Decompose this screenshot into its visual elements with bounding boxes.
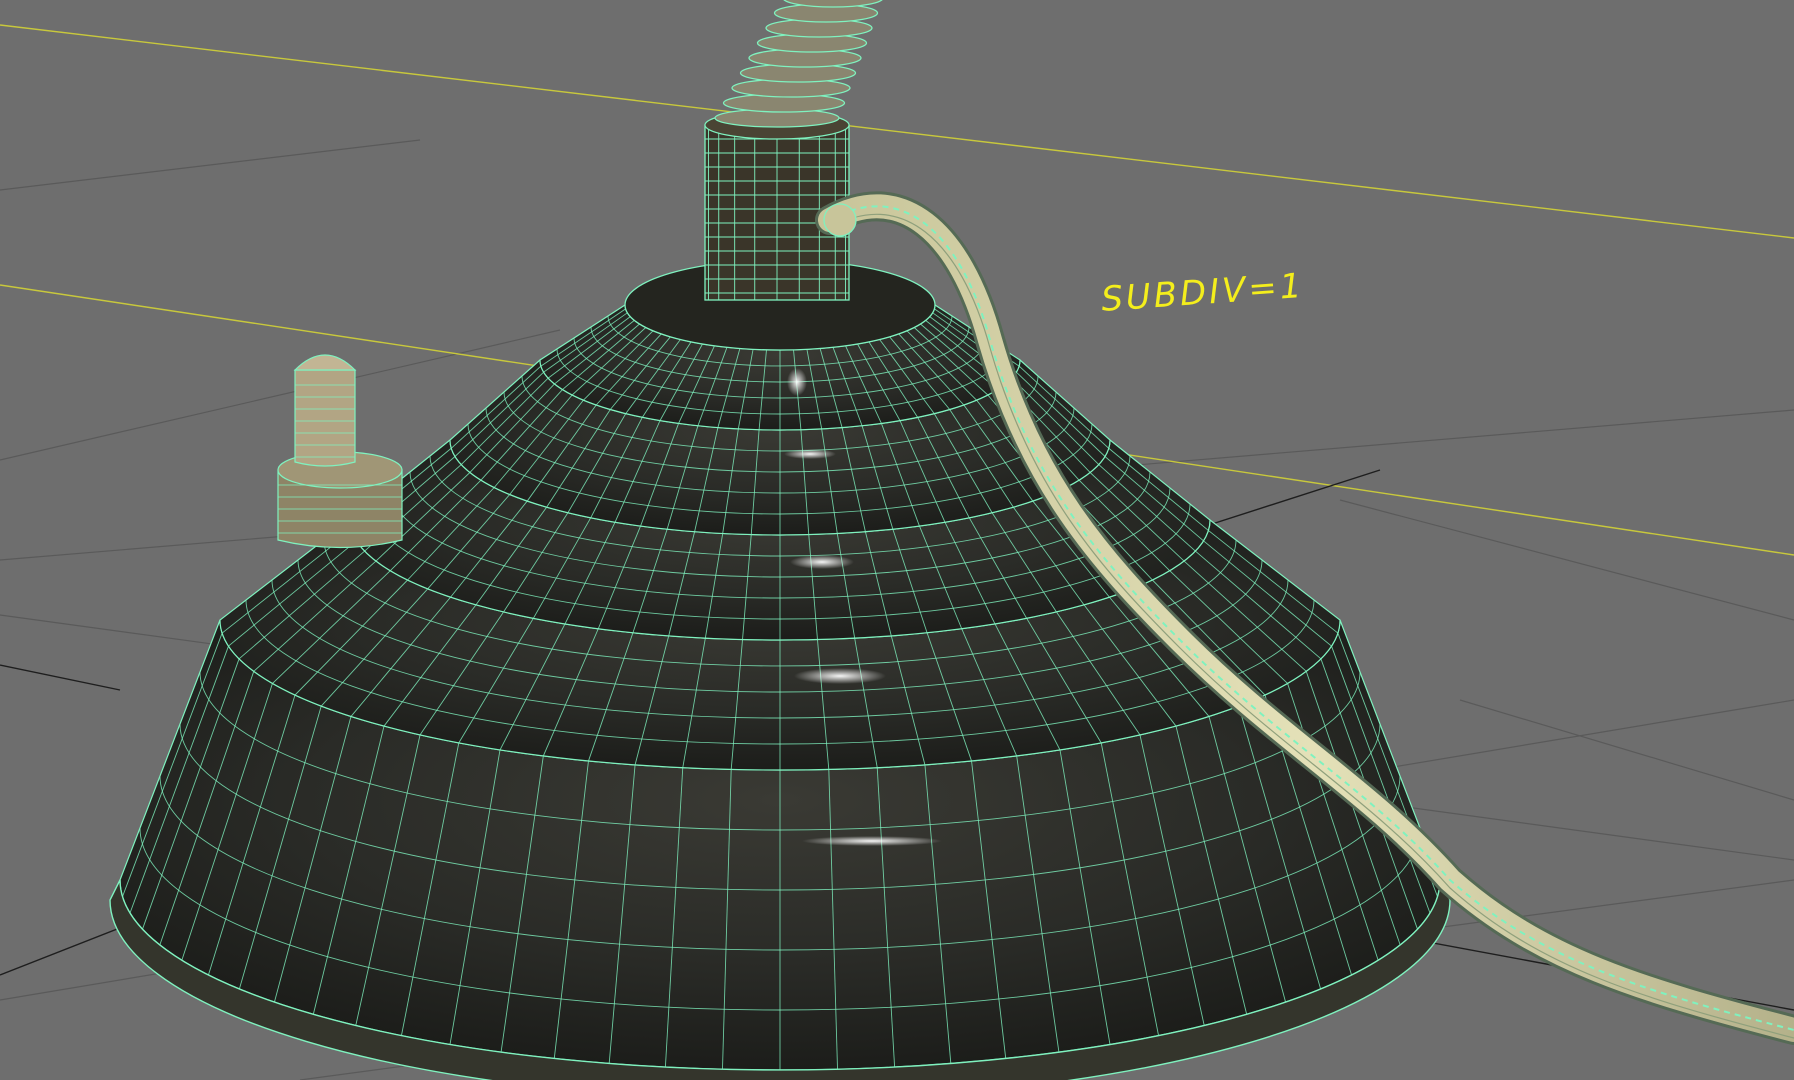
switch-knob-mesh: [277, 354, 403, 549]
lamp-neck-mesh: [704, 0, 883, 301]
3d-viewport[interactable]: SUBDIV=1: [0, 0, 1794, 1080]
viewport-scene[interactable]: [0, 0, 1794, 1080]
